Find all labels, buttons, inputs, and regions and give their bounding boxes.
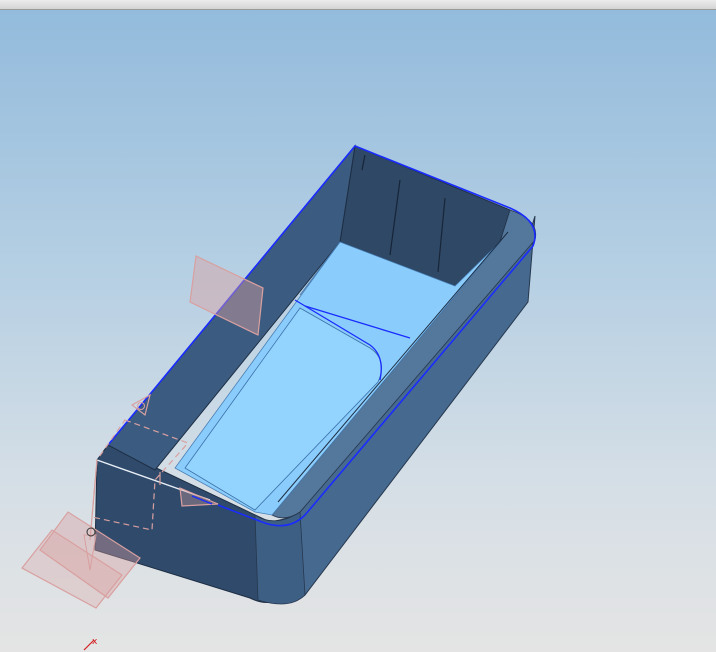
window-top-border (0, 0, 716, 10)
model-scene[interactable]: x (0, 10, 716, 652)
triad-x-label: x (92, 637, 98, 647)
cad-application: x (0, 0, 716, 652)
graphics-viewport[interactable]: x (0, 10, 716, 652)
csys-triad-icon: x (83, 637, 98, 651)
